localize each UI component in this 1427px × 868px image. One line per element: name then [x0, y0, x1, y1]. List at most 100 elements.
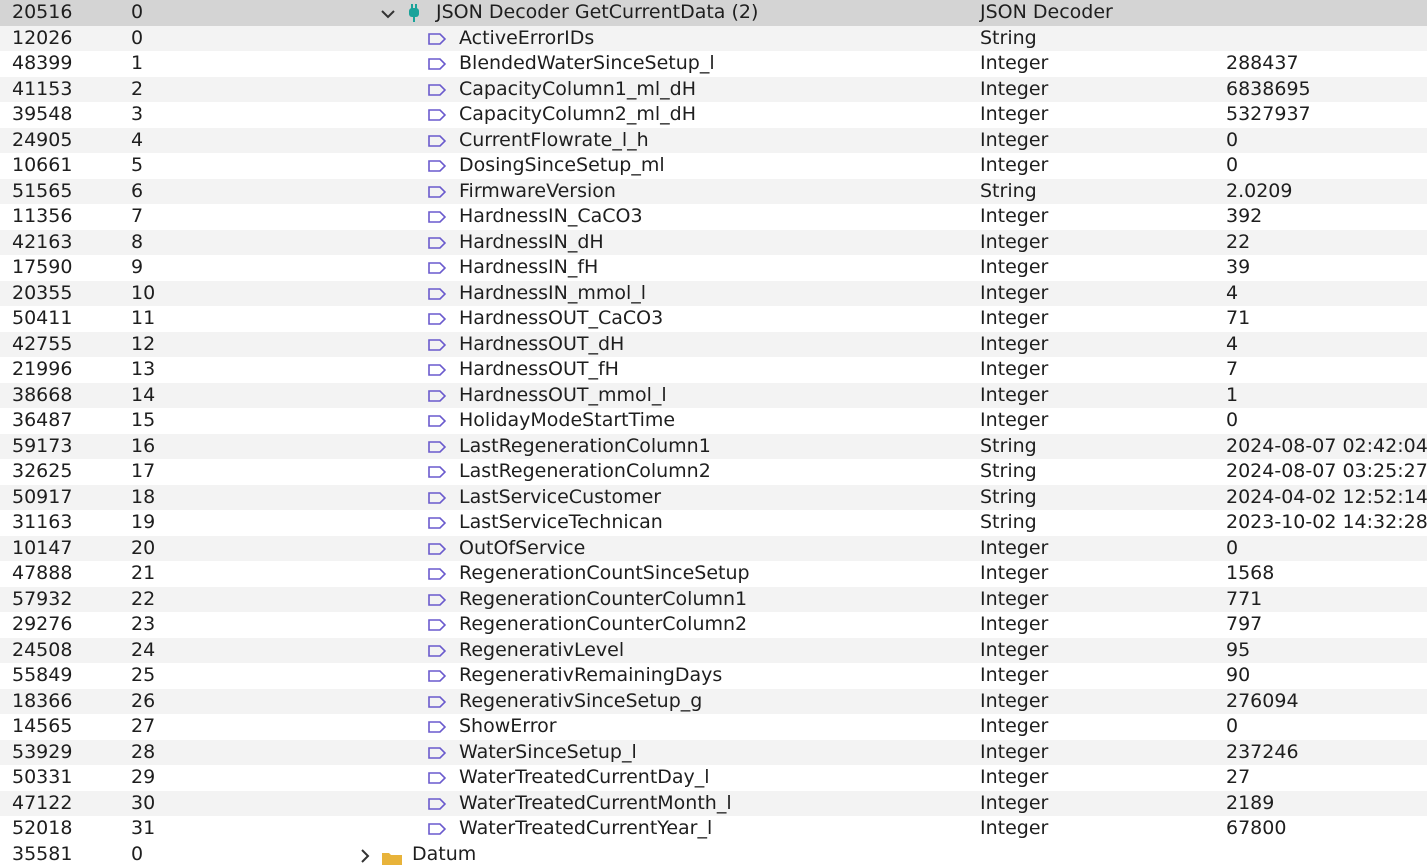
tag-icon	[428, 389, 446, 402]
row-index: 3	[131, 103, 144, 125]
row-id: 20516	[12, 1, 73, 23]
tree-row[interactable]: 11356 7 HardnessIN_CaCO3 Integer 392	[0, 204, 1427, 230]
row-index: 0	[131, 843, 144, 865]
row-type: Integer	[980, 205, 1049, 227]
row-value: 0	[1226, 128, 1239, 151]
row-id: 52018	[12, 817, 73, 839]
tag-icon	[428, 491, 446, 504]
chevron-down-icon[interactable]	[379, 5, 397, 23]
tree-row[interactable]: 10661 5 DosingSinceSetup_ml Integer 0	[0, 153, 1427, 179]
tree-row[interactable]: 14565 27 ShowError Integer 0	[0, 714, 1427, 740]
tag-icon	[428, 58, 446, 70]
row-type: Integer	[980, 128, 1049, 151]
tree-row[interactable]: 59173 16 LastRegenerationColumn1 String 2024…	[0, 433, 1427, 459]
row-value: 67800	[1226, 817, 1287, 839]
row-type: Integer	[980, 766, 1049, 788]
row-index: 15	[131, 409, 156, 431]
tree-row[interactable]: 50917 18 LastServiceCustomer String 2024-04-…	[0, 484, 1427, 510]
tree-row[interactable]: 21996 13 HardnessOUT_fH Integer 7	[0, 357, 1427, 383]
tag-icon	[428, 644, 446, 657]
tree-row-next[interactable]: 35581 0 Datum	[0, 842, 1427, 868]
tree-row[interactable]: 24905 4 CurrentFlowrate_l_h Integer 0	[0, 127, 1427, 153]
row-id: 47122	[12, 791, 73, 814]
row-id: 50917	[12, 485, 73, 508]
row-index: 6	[131, 179, 144, 202]
row-index: 1	[131, 52, 144, 74]
row-type: Integer	[980, 562, 1049, 584]
row-index: 25	[131, 664, 156, 686]
tree-row[interactable]: 42755 12 HardnessOUT_dH Integer 4	[0, 331, 1427, 357]
tag-icon	[428, 415, 446, 427]
row-index: 22	[131, 587, 156, 610]
tag-icon	[428, 568, 446, 580]
tree-row[interactable]: 55849 25 RegenerativRemainingDays Integer 90	[0, 663, 1427, 689]
tree-row[interactable]: 41153 2 CapacityColumn1_ml_dH Integer 683869…	[0, 76, 1427, 102]
row-name: RegenerationCounterColumn2	[459, 613, 748, 635]
row-id: 10147	[12, 536, 73, 559]
tree-row[interactable]: 31163 19 LastServiceTechnican String 2023-10…	[0, 510, 1427, 536]
row-index: 30	[131, 791, 156, 814]
row-id: 12026	[12, 26, 73, 49]
tree-row[interactable]: 53929 28 WaterSinceSetup_l Integer 237246	[0, 739, 1427, 765]
row-index: 7	[131, 205, 144, 227]
tree-row[interactable]: 50331 29 WaterTreatedCurrentDay_l Integer 27	[0, 765, 1427, 791]
row-value: 1568	[1226, 562, 1275, 584]
tree-row[interactable]: 47888 21 RegenerationCountSinceSetup Intege…	[0, 561, 1427, 587]
row-index: 24	[131, 638, 156, 661]
tree-row[interactable]: 29276 23 RegenerationCounterColumn2 Integer…	[0, 612, 1427, 638]
row-index: 13	[131, 358, 156, 380]
row-name: RegenerativSinceSetup_g	[459, 689, 703, 712]
tree-row[interactable]: 51565 6 FirmwareVersion String 2.0209	[0, 178, 1427, 204]
tag-icon	[428, 721, 446, 733]
row-value: 4	[1226, 332, 1239, 355]
tree-row[interactable]: 50411 11 HardnessOUT_CaCO3 Integer 71	[0, 306, 1427, 332]
tree-row[interactable]: 32625 17 LastRegenerationColumn2 String 2024…	[0, 459, 1427, 485]
tree-row[interactable]: 47122 30 WaterTreatedCurrentMonth_l Integer…	[0, 790, 1427, 816]
row-value: 6838695	[1226, 77, 1311, 100]
row-name: ShowError	[459, 715, 557, 737]
row-index: 17	[131, 460, 156, 482]
row-value: 797	[1226, 613, 1263, 635]
tag-icon	[428, 287, 446, 300]
row-index: 10	[131, 281, 156, 304]
tag-icon	[428, 440, 446, 453]
tree-row[interactable]: 48399 1 BlendedWaterSinceSetup_l Integer 288…	[0, 51, 1427, 77]
row-name: ActiveErrorIDs	[459, 26, 595, 49]
row-id: 10661	[12, 154, 73, 176]
row-id: 11356	[12, 205, 73, 227]
tag-icon	[428, 797, 446, 810]
tree-row[interactable]: 42163 8 HardnessIN_dH Integer 22	[0, 229, 1427, 255]
tree-row[interactable]: 20355 10 HardnessIN_mmol_l Integer 4	[0, 280, 1427, 306]
row-index: 18	[131, 485, 156, 508]
row-index: 12	[131, 332, 156, 355]
tree-row-parent[interactable]: 20516 0 JSON Decoder GetCurrentData (2) …	[0, 0, 1427, 26]
tag-icon	[428, 83, 446, 96]
tree-row[interactable]: 52018 31 WaterTreatedCurrentYear_l Integer 6…	[0, 816, 1427, 842]
chevron-right-icon[interactable]	[357, 848, 373, 864]
row-type: Integer	[980, 689, 1049, 712]
tag-icon	[428, 670, 446, 682]
row-type: Integer	[980, 638, 1049, 661]
tree-row[interactable]: 24508 24 RegenerativLevel Integer 95	[0, 637, 1427, 663]
row-value: 771	[1226, 587, 1263, 610]
row-value: 392	[1226, 205, 1263, 227]
tree-row[interactable]: 36487 15 HolidayModeStartTime Integer 0	[0, 408, 1427, 434]
tree-row[interactable]: 12026 0 ActiveErrorIDs String	[0, 25, 1427, 51]
row-id: 21996	[12, 358, 73, 380]
row-index: 14	[131, 383, 156, 406]
row-name: DosingSinceSetup_ml	[459, 154, 665, 176]
row-index: 26	[131, 689, 156, 712]
tree-row[interactable]: 57932 22 RegenerationCounterColumn1 Integer…	[0, 586, 1427, 612]
tree-row[interactable]: 18366 26 RegenerativSinceSetup_g Integer 276…	[0, 688, 1427, 714]
tree-row[interactable]: 10147 20 OutOfService Integer 0	[0, 535, 1427, 561]
tag-icon	[428, 185, 446, 198]
tag-icon	[428, 593, 446, 606]
tree-row[interactable]: 39548 3 CapacityColumn2_ml_dH Integer 532793…	[0, 102, 1427, 128]
row-name: JSON Decoder GetCurrentData (2)	[436, 1, 759, 23]
row-name: OutOfService	[459, 536, 586, 559]
row-type: Integer	[980, 664, 1049, 686]
tree-row[interactable]: 38668 14 HardnessOUT_mmol_l Integer 1	[0, 382, 1427, 408]
tree-row[interactable]: 17590 9 HardnessIN_fH Integer 39	[0, 255, 1427, 281]
tag-icon	[428, 542, 446, 555]
row-id: 41153	[12, 77, 73, 100]
